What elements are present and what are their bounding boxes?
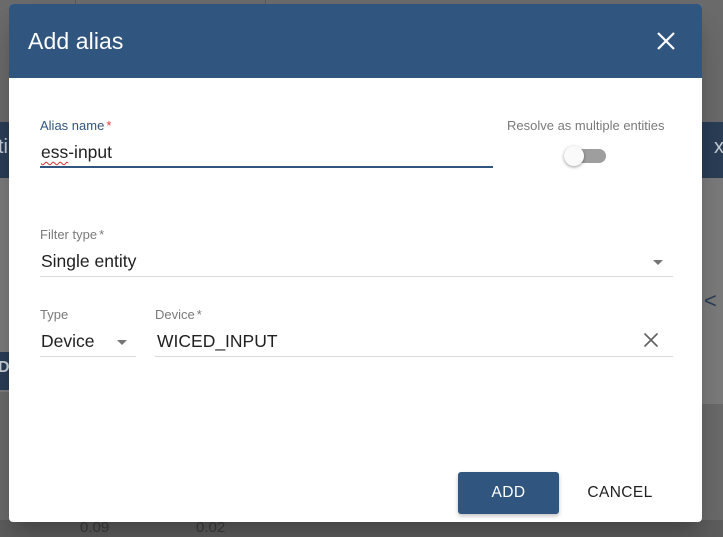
device-value: WICED_INPUT	[157, 331, 278, 351]
alias-name-underline	[40, 166, 493, 168]
cancel-button[interactable]: CANCEL	[575, 472, 665, 514]
clear-device-button[interactable]	[643, 332, 659, 353]
toggle-thumb	[564, 146, 584, 166]
bg-panel-right-header: x	[702, 122, 723, 178]
close-icon	[657, 32, 675, 50]
device-underline	[155, 356, 673, 357]
filter-type-select[interactable]: Single entity	[40, 244, 673, 276]
resolve-multiple-label: Resolve as multiple entities	[507, 118, 665, 133]
filter-type-label-text: Filter type	[40, 227, 98, 242]
device-autocomplete-input[interactable]: WICED_INPUT	[155, 324, 635, 356]
type-underline	[40, 356, 136, 357]
add-button[interactable]: ADD	[458, 472, 559, 514]
device-label-text: Device	[155, 307, 195, 322]
alias-name-text: -input	[68, 142, 113, 162]
required-mark: *	[196, 307, 202, 322]
close-button[interactable]	[652, 27, 680, 55]
bg-close-glyph: x	[714, 136, 723, 158]
resolve-multiple-toggle[interactable]	[562, 144, 608, 168]
add-alias-dialog: Add alias Alias name * ess-input Resolve …	[9, 4, 702, 522]
chevron-down-icon	[653, 260, 663, 265]
required-mark: *	[99, 227, 105, 242]
close-icon	[643, 332, 659, 348]
bg-glyph: ti	[0, 136, 8, 158]
filter-type-label: Filter type *	[40, 227, 104, 242]
filter-type-value: Single entity	[41, 251, 137, 271]
filter-type-underline	[40, 276, 673, 277]
alias-name-label: Alias name *	[40, 118, 111, 133]
chevron-down-icon	[117, 340, 127, 345]
device-label: Device *	[155, 307, 202, 322]
chevron-left-icon: <	[704, 288, 717, 313]
dialog-title: Add alias	[28, 27, 124, 54]
bg-panel-right: x <	[702, 122, 723, 404]
alias-name-label-text: Alias name	[40, 118, 105, 133]
misspelled-text: ess	[41, 142, 69, 162]
dialog-header: Add alias	[9, 4, 702, 78]
required-mark: *	[106, 118, 112, 133]
type-value: Device	[41, 331, 95, 351]
type-label: Type	[40, 307, 69, 322]
type-select[interactable]: Device	[40, 324, 136, 356]
alias-name-input[interactable]: ess-input	[41, 142, 112, 163]
